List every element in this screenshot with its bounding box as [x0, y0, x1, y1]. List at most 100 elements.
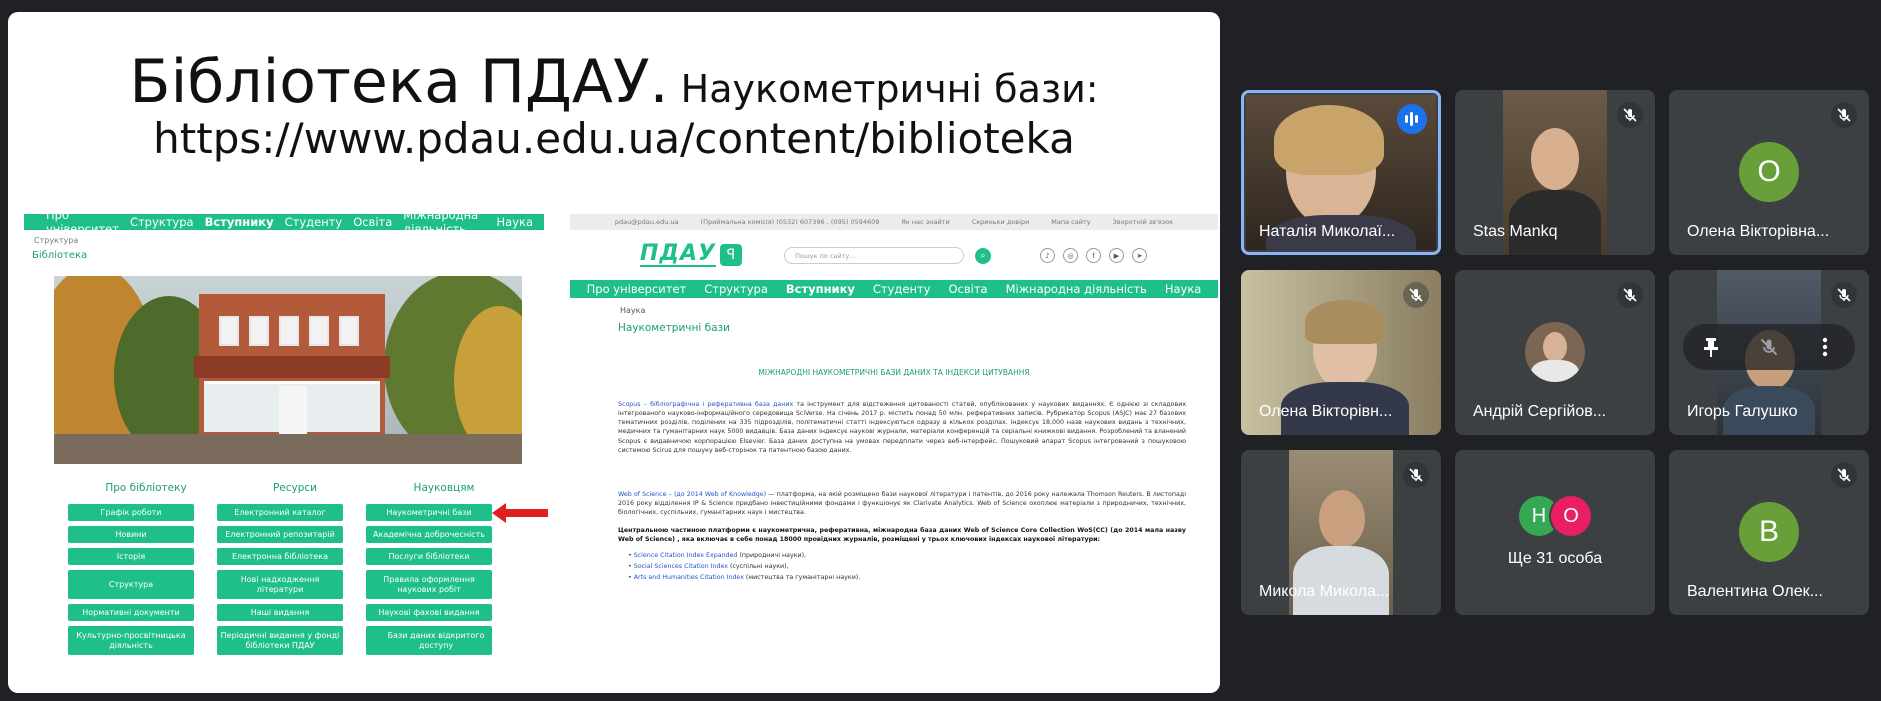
site-topbar: pdau@pdau.edu.ua (Приймальна комісія) (0…: [570, 214, 1218, 230]
library-link-button: Нові надходження літератури: [217, 570, 343, 599]
nav-item: Міжнародна діяльність: [1005, 282, 1147, 296]
topbar-phone: (Приймальна комісія) (0532) 607396 , (09…: [700, 218, 880, 226]
more-options-icon[interactable]: [1821, 336, 1829, 358]
participant-tile[interactable]: Микола Микола...: [1241, 450, 1441, 615]
speaking-indicator-icon: [1397, 104, 1427, 134]
library-page-screenshot: Про університет Структура Вступнику Студ…: [24, 208, 548, 664]
instagram-icon: ◎: [1063, 248, 1078, 263]
right-site-nav: Про університет Структура Вступнику Студ…: [570, 280, 1218, 298]
shared-slide: Бібліотека ПДАУ. Наукометричні бази: htt…: [8, 12, 1220, 693]
scopus-description: та інструмент для відстеження цитованост…: [618, 401, 1187, 454]
index-list-item: • Arts and Humanities Citation Index (ми…: [628, 574, 861, 581]
mic-off-icon[interactable]: [1759, 336, 1779, 358]
nav-item: Структура: [704, 282, 768, 296]
topbar-link: Як нас знайти: [901, 218, 950, 226]
nav-item: Про університет: [46, 208, 119, 236]
nav-item: Про університет: [586, 282, 687, 296]
slide-title: Бібліотека ПДАУ. Наукометричні бази:: [8, 52, 1220, 112]
column-heading: Ресурси: [272, 482, 318, 494]
library-link-button: Періодичні видання у фонді бібліотеки ПД…: [217, 626, 343, 655]
library-link-button-scientometric: Наукометричні бази: [366, 504, 492, 521]
facebook-icon: f: [1086, 248, 1101, 263]
site-search-input: Пошук по сайту...: [784, 247, 964, 264]
library-link-button: Графік роботи: [68, 504, 194, 521]
breadcrumb: Наука: [620, 306, 646, 315]
mic-off-icon: [1403, 462, 1429, 488]
page-title: Наукометричні бази: [618, 322, 730, 334]
participant-tile[interactable]: Олена Вікторівн...: [1241, 270, 1441, 435]
participant-tile[interactable]: О Олена Вікторівна...: [1669, 90, 1869, 255]
mic-off-icon: [1617, 102, 1643, 128]
scientometric-page-screenshot: pdau@pdau.edu.ua (Приймальна комісія) (0…: [570, 214, 1218, 664]
more-participants-tile[interactable]: Н О Ще 31 особа: [1455, 450, 1655, 615]
library-link-button: Культурно-просвітницька діяльність: [68, 626, 194, 655]
wos-link: Web of Science – (до 2014 Web of Knowled…: [618, 491, 767, 498]
red-arrow-icon: [492, 503, 548, 523]
participant-name: Валентина Олек...: [1687, 583, 1823, 600]
mic-off-icon: [1831, 102, 1857, 128]
site-logo: ПДАУ ꟼ: [640, 242, 742, 268]
column-heading: Науковцям: [413, 482, 475, 494]
participant-name: Андрій Сергійов...: [1473, 403, 1607, 420]
participant-tile[interactable]: В Валентина Олек...: [1669, 450, 1869, 615]
tile-hover-controls: [1683, 324, 1855, 370]
avatar: О: [1739, 142, 1799, 202]
topbar-link: Зворотній зв'язок: [1112, 218, 1174, 226]
mic-off-icon: [1403, 282, 1429, 308]
index-link: Arts and Humanities Citation Index: [633, 574, 744, 581]
topbar-link: Скриньки довіри: [971, 218, 1030, 226]
library-link-button: Наші видання: [217, 604, 343, 621]
participant-tile[interactable]: Stas Mankq: [1455, 90, 1655, 255]
youtube-icon: ▶: [1109, 248, 1124, 263]
nav-item: Студенту: [284, 215, 343, 229]
library-link-button: Послуги бібліотеки: [366, 548, 492, 565]
slide-title-main: Бібліотека ПДАУ.: [129, 47, 669, 117]
avatar: В: [1739, 502, 1799, 562]
breadcrumb: Структура: [34, 236, 79, 245]
topbar-link: Мапа сайту: [1051, 218, 1091, 226]
mic-off-icon: [1831, 282, 1857, 308]
library-link-button: Бази даних відкритого доступу: [366, 626, 492, 655]
mic-off-icon: [1831, 462, 1857, 488]
topbar-email: pdau@pdau.edu.ua: [614, 218, 679, 226]
mic-off-icon: [1617, 282, 1643, 308]
nav-item: Студенту: [872, 282, 931, 296]
nav-item: Вступнику: [204, 215, 274, 229]
core-collection-text: Центральною частиною платформи є наукоме…: [618, 527, 1186, 544]
nav-item: Структура: [129, 215, 194, 229]
library-link-button: Правила оформлення наукових робіт: [366, 570, 492, 599]
index-list-item: • Social Sciences Citation Index (суспіл…: [628, 563, 789, 570]
participant-name: Игорь Галушко: [1687, 403, 1798, 420]
participant-name: Наталія Миколаї...: [1259, 223, 1396, 240]
pin-icon[interactable]: [1701, 336, 1721, 358]
telegram-icon: ➤: [1132, 248, 1147, 263]
slide-url: https://www.pdau.edu.ua/content/bibliote…: [153, 114, 1075, 163]
library-link-button: Електронний каталог: [217, 504, 343, 521]
left-site-nav: Про університет Структура Вступнику Студ…: [24, 208, 544, 236]
section-heading: МІЖНАРОДНІ НАУКОМЕТРИЧНІ БАЗИ ДАНИХ ТА І…: [758, 368, 1030, 377]
scopus-paragraph: Scopus – бібліографічна і реферативна ба…: [618, 400, 1186, 455]
participant-tile[interactable]: Наталія Миколаї...: [1241, 90, 1441, 255]
core-collection-paragraph: Центральною частиною платформи є наукоме…: [618, 526, 1186, 544]
participant-tile[interactable]: Андрій Сергійов...: [1455, 270, 1655, 435]
more-participants-label: Ще 31 особа: [1507, 550, 1603, 567]
participant-name: Олена Вікторівн...: [1259, 403, 1393, 420]
library-link-button: Електронна бібліотека: [217, 548, 343, 565]
participant-name: Stas Mankq: [1473, 223, 1558, 240]
logo-mark-icon: ꟼ: [720, 244, 742, 266]
page-title: Бібліотека: [32, 250, 88, 261]
slide-title-sub: Наукометричні бази:: [668, 67, 1099, 111]
library-link-button: Новини: [68, 526, 194, 543]
logo-text: ПДАУ: [640, 241, 716, 267]
index-list-item: • Science Citation Index Expanded (приро…: [628, 552, 807, 559]
library-building-photo: [54, 276, 522, 464]
participant-name: Микола Микола...: [1259, 583, 1390, 600]
nav-item: Освіта: [353, 215, 393, 229]
nav-item: Наука: [1164, 282, 1202, 296]
index-note: (природничі науки),: [737, 552, 807, 559]
avatar: О: [1551, 496, 1591, 536]
participant-tile[interactable]: Игорь Галушко: [1669, 270, 1869, 435]
library-link-button: Історія: [68, 548, 194, 565]
column-heading: Про бібліотеку: [105, 482, 187, 494]
scopus-link: Scopus – бібліографічна і реферативна ба…: [618, 401, 794, 408]
